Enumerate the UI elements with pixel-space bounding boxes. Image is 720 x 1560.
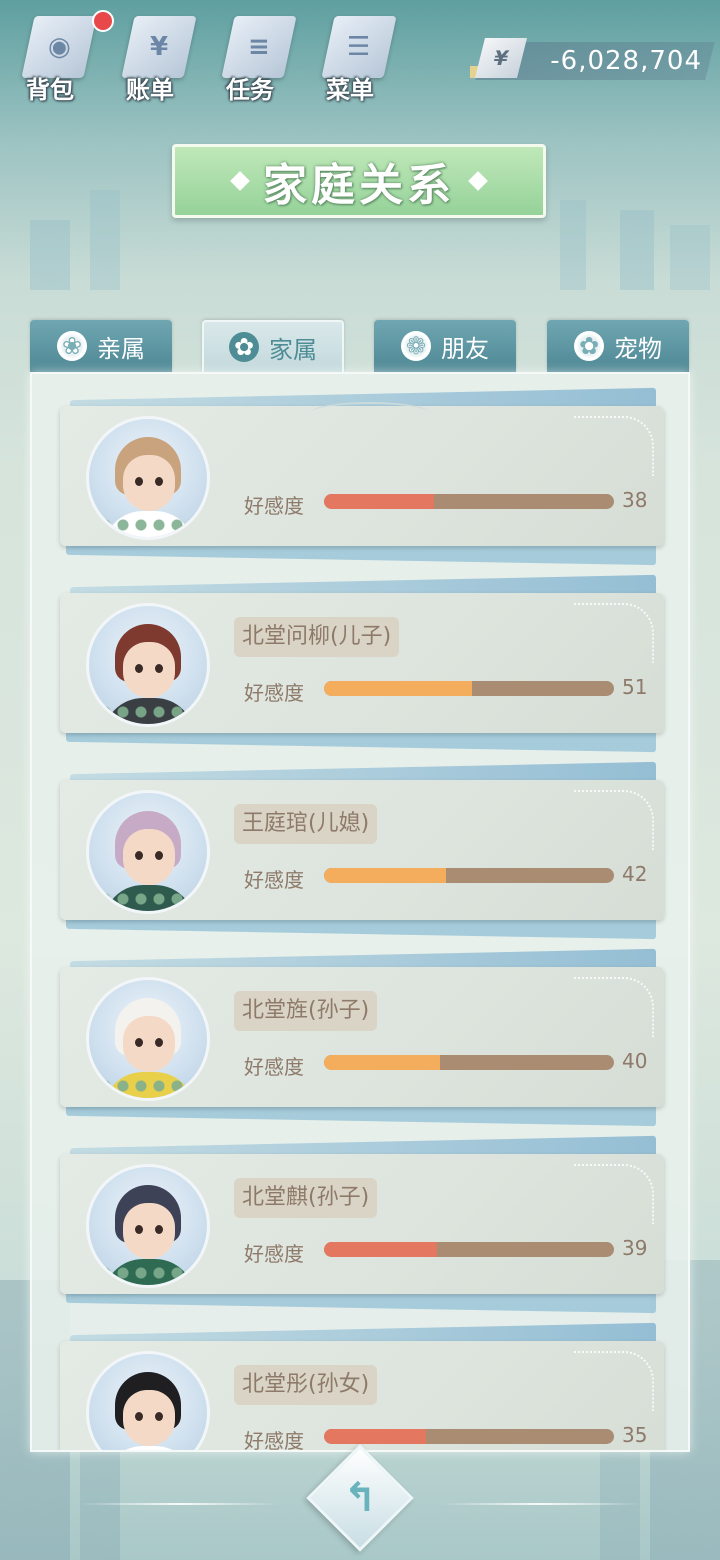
family-panel[interactable]: 好感度 38 北堂问柳(儿子) 好感度 51 王庭琯(儿媳) 好感度 42 北堂旌(孙子) 好感度… <box>30 372 690 1452</box>
page-title: 家庭关系 <box>263 160 455 211</box>
leaf-decoration <box>95 1450 205 1452</box>
nav-label-backpack: 背包 <box>26 76 74 104</box>
leaf-decoration <box>95 1263 205 1283</box>
affinity-bar-fill <box>324 1429 426 1444</box>
affinity-label: 好感度 <box>244 681 304 705</box>
member-name: 北堂问柳(儿子) <box>234 617 400 657</box>
affinity-bar-fill <box>324 681 472 696</box>
member-card[interactable]: 王庭琯(儿媳) 好感度 42 <box>60 761 664 940</box>
affinity-bar-fill <box>324 1055 440 1070</box>
menu-icon: ☰ <box>321 16 397 78</box>
nav-label-task: 任务 <box>226 76 274 104</box>
money-display: ¥ -6,028,704 <box>470 38 715 80</box>
nav-label-bill: 账单 <box>126 76 174 104</box>
backpack-icon: ◉ <box>21 16 97 78</box>
affinity-label: 好感度 <box>244 1242 304 1266</box>
money-value: -6,028,704 <box>550 46 702 76</box>
tab-friends[interactable]: ❁ 朋友 <box>374 320 516 372</box>
panel-ornament <box>310 402 430 424</box>
affinity-bar <box>324 681 614 696</box>
tab-family[interactable]: ✿ 家属 <box>202 320 344 372</box>
member-list[interactable]: 好感度 38 北堂问柳(儿子) 好感度 51 王庭琯(儿媳) 好感度 42 北堂旌(孙子) 好感度… <box>32 374 688 1452</box>
top-nav: ◉ 背包 ¥ 账单 ≡ 任务 ☰ 菜单 ¥ -6,028,704 <box>0 0 720 110</box>
nav-task-button[interactable]: ≡ 任务 <box>210 8 302 104</box>
affinity-bar <box>324 868 614 883</box>
member-avatar[interactable] <box>86 603 210 727</box>
affinity-bar <box>324 1242 614 1257</box>
leaf-decoration <box>95 515 205 535</box>
leaf-decoration <box>95 702 205 722</box>
leaf-decoration <box>95 1076 205 1096</box>
affinity-label: 好感度 <box>244 868 304 892</box>
nav-menu-button[interactable]: ☰ 菜单 <box>310 8 402 104</box>
nav-backpack-button[interactable]: ◉ 背包 <box>10 8 114 104</box>
member-card[interactable]: 北堂问柳(儿子) 好感度 51 <box>60 574 664 753</box>
affinity-value: 39 <box>622 1236 648 1260</box>
floral-ornament <box>574 977 654 1037</box>
flower-icon: ❁ <box>401 331 431 361</box>
relation-tabs: ❀ 亲属 ✿ 家属 ❁ 朋友 ✿ 宠物 <box>0 320 720 374</box>
member-avatar[interactable] <box>86 1164 210 1288</box>
flower-icon: ❀ <box>57 331 87 361</box>
floral-ornament <box>574 1351 654 1411</box>
diamond-icon <box>230 171 250 191</box>
member-card[interactable]: 北堂麒(孙子) 好感度 39 <box>60 1135 664 1314</box>
floral-ornament <box>574 790 654 850</box>
member-name: 北堂旌(孙子) <box>234 991 378 1031</box>
divider-right <box>440 1503 640 1505</box>
affinity-value: 40 <box>622 1049 648 1073</box>
task-icon: ≡ <box>221 16 297 78</box>
tab-pets[interactable]: ✿ 宠物 <box>547 320 689 372</box>
member-card[interactable]: 北堂旌(孙子) 好感度 40 <box>60 948 664 1127</box>
member-avatar[interactable] <box>86 1351 210 1452</box>
affinity-bar <box>324 1055 614 1070</box>
flower-icon: ✿ <box>229 332 259 362</box>
nav-label-menu: 菜单 <box>326 76 374 104</box>
member-name: 北堂麒(孙子) <box>234 1178 378 1218</box>
affinity-bar-fill <box>324 1242 437 1257</box>
affinity-label: 好感度 <box>244 1429 304 1452</box>
affinity-bar-fill <box>324 868 446 883</box>
leaf-decoration <box>95 889 205 909</box>
diamond-icon <box>468 171 488 191</box>
member-avatar[interactable] <box>86 416 210 540</box>
floral-ornament <box>574 1164 654 1224</box>
affinity-bar <box>324 1429 614 1444</box>
page-title-banner: 家庭关系 <box>172 144 546 218</box>
affinity-value: 38 <box>622 488 648 512</box>
affinity-value: 35 <box>622 1423 648 1447</box>
bill-icon: ¥ <box>121 16 197 78</box>
flower-icon: ✿ <box>574 331 604 361</box>
member-name: 王庭琯(儿媳) <box>234 804 378 844</box>
member-card[interactable]: 北堂彤(孙女) 好感度 35 <box>60 1322 664 1452</box>
divider-left <box>80 1503 280 1505</box>
affinity-bar <box>324 494 614 509</box>
member-name: 北堂彤(孙女) <box>234 1365 378 1405</box>
member-avatar[interactable] <box>86 790 210 914</box>
affinity-bar-fill <box>324 494 434 509</box>
affinity-value: 51 <box>622 675 648 699</box>
back-arrow-icon: ↰ <box>343 1475 377 1521</box>
affinity-value: 42 <box>622 862 648 886</box>
affinity-label: 好感度 <box>244 494 304 518</box>
member-card[interactable]: 好感度 38 <box>60 387 664 566</box>
floral-ornament <box>574 416 654 476</box>
nav-bill-button[interactable]: ¥ 账单 <box>110 8 202 104</box>
affinity-label: 好感度 <box>244 1055 304 1079</box>
floral-ornament <box>574 603 654 663</box>
member-avatar[interactable] <box>86 977 210 1101</box>
tab-relatives[interactable]: ❀ 亲属 <box>30 320 172 372</box>
